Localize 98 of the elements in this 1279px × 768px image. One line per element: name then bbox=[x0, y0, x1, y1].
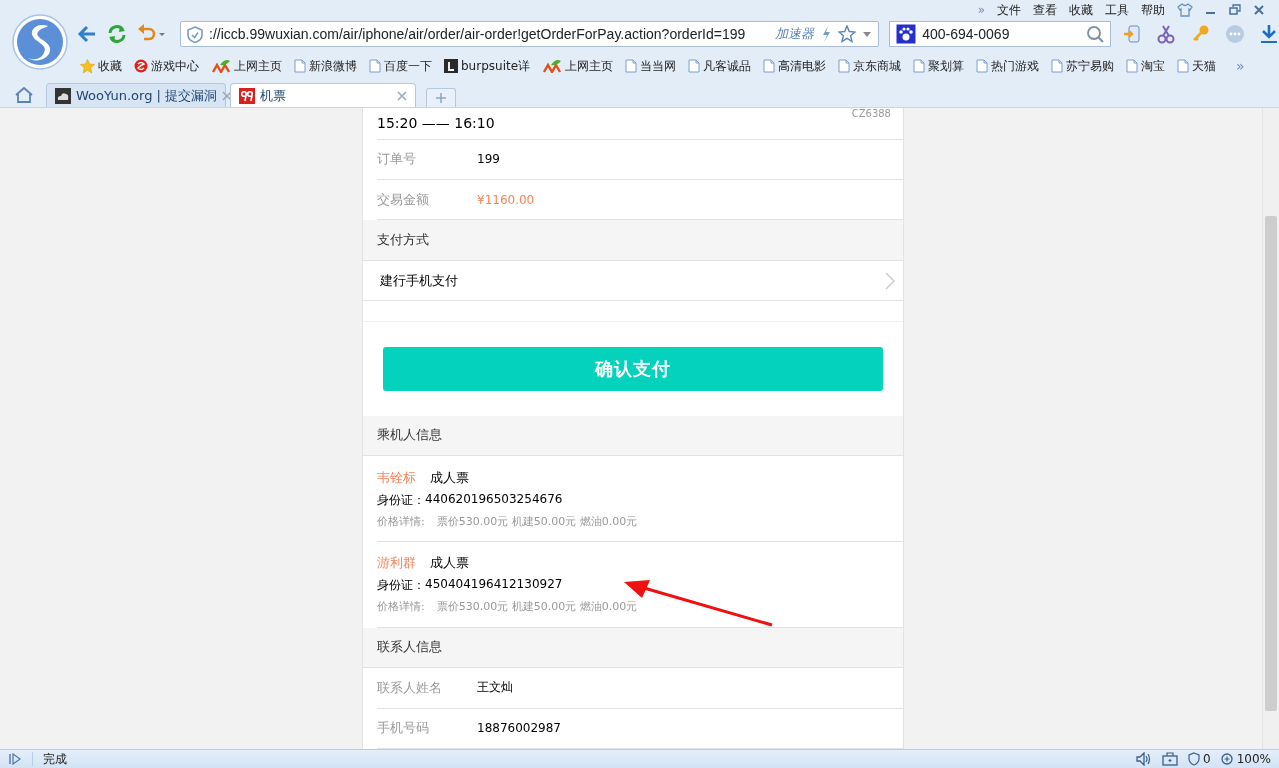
game-center-icon bbox=[134, 59, 148, 73]
price-label: 价格详情: bbox=[377, 513, 425, 529]
id-number: 440620196503254676 bbox=[425, 491, 563, 508]
page-icon bbox=[294, 59, 306, 73]
bookmark-link[interactable]: 京东商城 bbox=[838, 57, 902, 75]
bookmark-link[interactable]: burpsuite详 bbox=[444, 57, 531, 75]
bookmark-link[interactable]: 上网主页 bbox=[211, 57, 282, 75]
star-icon bbox=[80, 58, 95, 74]
bookmark-link[interactable]: 上网主页 bbox=[542, 57, 614, 75]
flight-code: CZ6388 bbox=[851, 108, 891, 119]
bookmark-link[interactable]: 聚划算 bbox=[913, 57, 965, 75]
menu-item[interactable]: 帮助 bbox=[1141, 1, 1165, 19]
id-number: 450404196412130927 bbox=[425, 577, 563, 594]
search-icon[interactable] bbox=[1086, 25, 1104, 43]
page-icon bbox=[838, 59, 851, 73]
bookmark-link[interactable]: 游戏中心 bbox=[134, 57, 199, 75]
page-icon bbox=[1126, 59, 1139, 73]
status-text: 完成 bbox=[43, 750, 67, 768]
section-header: 乘机人信息 bbox=[363, 415, 903, 457]
id-label: 身份证： bbox=[377, 577, 425, 595]
browser-tab[interactable]: 机票 bbox=[230, 83, 416, 107]
menu-item[interactable]: 收藏 bbox=[1069, 1, 1093, 19]
passenger-name: 游利群 bbox=[377, 554, 416, 573]
menu-item[interactable]: 工具 bbox=[1105, 1, 1129, 19]
bookmark-link[interactable]: 热门游戏 bbox=[976, 57, 1040, 75]
address-bar[interactable]: ://iccb.99wuxian.com/air/iphone/air/order/air-order!getOrderForPay.action?orderId=199 加速器 bbox=[180, 21, 880, 47]
bookmark-link[interactable]: 当当网 bbox=[625, 57, 677, 75]
accelerator-link[interactable]: 加速器 bbox=[775, 25, 815, 43]
close-icon[interactable] bbox=[222, 90, 233, 101]
star-icon[interactable] bbox=[838, 25, 857, 43]
restore-icon[interactable] bbox=[1229, 4, 1241, 16]
page-icon bbox=[688, 59, 701, 73]
close-icon[interactable] bbox=[397, 90, 407, 101]
zoom-icon bbox=[1220, 752, 1234, 766]
price-label: 价格详情: bbox=[377, 599, 425, 615]
home-icon[interactable] bbox=[14, 86, 34, 104]
payment-option[interactable]: 建行手机支付 bbox=[363, 260, 903, 302]
sidebar-toggle-icon[interactable] bbox=[1123, 24, 1143, 44]
refresh-icon[interactable] bbox=[106, 23, 128, 45]
page-icon bbox=[1177, 59, 1190, 73]
search-field[interactable]: 400-694-0069 bbox=[889, 21, 1111, 47]
field-value: 199 bbox=[477, 152, 500, 167]
price-detail: 票价530.00元 机建50.00元 燃油0.00元 bbox=[436, 599, 638, 615]
zoom-control[interactable]: 100% bbox=[1220, 752, 1271, 766]
leaf-icon bbox=[211, 59, 231, 73]
bookmark-link[interactable]: 天猫 bbox=[1177, 57, 1217, 75]
section-header: 联系人信息 bbox=[363, 627, 903, 669]
field-label: 手机号码 bbox=[377, 719, 430, 738]
bookmark-link[interactable]: 凡客诚品 bbox=[688, 57, 752, 75]
menu-item[interactable]: 查看 bbox=[1033, 1, 1057, 19]
ticket-type: 成人票 bbox=[430, 554, 469, 573]
bookmark-link[interactable]: 新浪微博 bbox=[294, 57, 357, 75]
price-detail: 票价530.00元 机建50.00元 燃油0.00元 bbox=[436, 513, 638, 529]
page-icon bbox=[625, 59, 638, 73]
field-value: 18876002987 bbox=[477, 721, 561, 736]
scrollbar[interactable] bbox=[1262, 108, 1279, 749]
new-tab-button[interactable] bbox=[426, 88, 456, 107]
page-icon bbox=[763, 59, 776, 73]
shirt-icon[interactable] bbox=[1177, 3, 1193, 17]
back-icon[interactable] bbox=[76, 23, 98, 45]
chevron-right-icon bbox=[885, 271, 895, 290]
ticket-type: 成人票 bbox=[430, 468, 469, 487]
field-label: 订单号 bbox=[377, 150, 417, 169]
field-value: 王文灿 bbox=[477, 679, 513, 697]
browser-logo-icon[interactable] bbox=[12, 14, 68, 70]
page-icon bbox=[913, 59, 926, 73]
sidebar-toggle-icon[interactable] bbox=[8, 753, 22, 765]
page-icon bbox=[1051, 59, 1064, 73]
close-icon[interactable] bbox=[1253, 4, 1265, 16]
bookmark-link[interactable]: 百度一下 bbox=[369, 57, 432, 75]
field-label: 联系人姓名 bbox=[377, 678, 443, 697]
download-icon[interactable] bbox=[1259, 24, 1279, 44]
leaf-icon bbox=[542, 59, 563, 73]
shield-icon bbox=[187, 25, 203, 43]
square-logo-icon bbox=[444, 59, 458, 73]
paw-icon[interactable] bbox=[896, 24, 917, 44]
passenger-name: 韦铨标 bbox=[377, 468, 416, 487]
bookmark-link[interactable]: 淘宝 bbox=[1126, 57, 1166, 75]
app-logo-icon bbox=[239, 87, 255, 104]
bookmark-link[interactable]: 收藏 bbox=[80, 57, 122, 75]
field-label: 交易金额 bbox=[377, 190, 430, 209]
toolbox-icon[interactable] bbox=[1162, 752, 1179, 766]
plus-icon bbox=[436, 93, 446, 103]
flight-time: 15:20 —— 16:10 bbox=[377, 115, 495, 131]
ad-block-counter[interactable]: 0 bbox=[1188, 752, 1211, 766]
scissors-icon[interactable] bbox=[1157, 24, 1177, 44]
id-label: 身份证： bbox=[377, 491, 425, 509]
menu-item[interactable]: 文件 bbox=[997, 1, 1021, 19]
shield-icon bbox=[1188, 752, 1201, 766]
page-icon bbox=[369, 59, 381, 73]
amount-value: ¥1160.00 bbox=[477, 192, 535, 207]
section-header: 支付方式 bbox=[363, 220, 903, 261]
page-icon bbox=[976, 59, 989, 73]
bookmark-link[interactable]: 苏宁易购 bbox=[1051, 57, 1115, 75]
dropdown-icon[interactable] bbox=[862, 30, 873, 38]
cloud-icon bbox=[55, 87, 71, 104]
speaker-icon[interactable] bbox=[1136, 752, 1153, 766]
bookmark-link[interactable]: 高清电影 bbox=[763, 57, 827, 75]
